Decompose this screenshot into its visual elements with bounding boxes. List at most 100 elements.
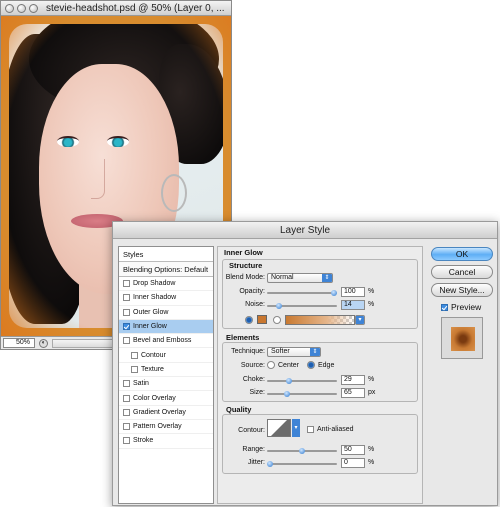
contour-picker[interactable]: [267, 419, 291, 437]
preview-checkbox[interactable]: [441, 303, 448, 311]
style-checkbox[interactable]: [131, 365, 138, 373]
new-style-button[interactable]: New Style...: [431, 283, 493, 297]
style-item-inner-glow[interactable]: Inner Glow: [119, 319, 213, 335]
style-checkbox[interactable]: [131, 351, 138, 359]
jitter-slider-thumb[interactable]: [267, 461, 273, 467]
inner-glow-panel: Inner Glow Structure Blend Mode: Normal ⇕…: [217, 246, 423, 504]
opacity-field[interactable]: 100: [341, 287, 365, 297]
style-checkbox[interactable]: [123, 280, 130, 288]
chevron-updown-icon: ⇕: [322, 274, 332, 282]
edge-radio[interactable]: [307, 361, 315, 369]
cancel-button[interactable]: Cancel: [431, 265, 493, 279]
center-radio[interactable]: [267, 361, 275, 369]
technique-select[interactable]: Softer ⇕: [267, 347, 321, 357]
ok-button[interactable]: OK: [431, 247, 493, 261]
gradient-dropdown[interactable]: ▾: [355, 315, 365, 325]
range-slider-thumb[interactable]: [299, 448, 305, 454]
minimize-window-button[interactable]: [17, 3, 26, 13]
style-item-label: Inner Shadow: [133, 294, 177, 302]
style-item-outer-glow[interactable]: Outer Glow: [119, 306, 213, 320]
quality-group: Contour: ▾ Anti-aliased Range: 50 % Jitt…: [222, 414, 418, 474]
choke-slider-thumb[interactable]: [285, 378, 292, 384]
jitter-field[interactable]: 0: [341, 458, 365, 468]
style-item-gradient-overlay[interactable]: Gradient Overlay: [119, 406, 213, 420]
technique-value: Softer: [271, 348, 290, 355]
size-slider-thumb[interactable]: [283, 391, 290, 397]
range-field[interactable]: 50: [341, 445, 365, 455]
jitter-slider[interactable]: [267, 461, 337, 467]
style-checkbox[interactable]: [123, 394, 130, 402]
opacity-slider[interactable]: [267, 290, 337, 296]
elements-title: Elements: [226, 333, 260, 342]
elements-group: Technique: Softer ⇕ Source: Center Edge C…: [222, 342, 418, 402]
jitter-label: Jitter:: [247, 459, 265, 466]
preview-toggle[interactable]: Preview: [441, 302, 481, 312]
noise-field[interactable]: 14: [341, 300, 365, 310]
window-controls: [5, 3, 38, 13]
anti-aliased-label: Anti-aliased: [317, 426, 354, 433]
style-item-label: Stroke: [133, 437, 154, 445]
style-item-texture[interactable]: Texture: [119, 363, 213, 378]
style-checkbox[interactable]: [123, 408, 130, 416]
style-item-label: Bevel and Emboss: [133, 337, 192, 345]
style-item-label: Pattern Overlay: [133, 423, 182, 431]
style-item-inner-shadow[interactable]: Inner Shadow: [119, 291, 213, 306]
size-slider[interactable]: [267, 391, 337, 397]
styles-header[interactable]: Styles: [119, 247, 213, 262]
style-item-label: Contour: [141, 351, 166, 359]
chevron-down-icon[interactable]: ▾: [292, 419, 300, 437]
noise-slider[interactable]: [267, 303, 337, 309]
style-checkbox[interactable]: [123, 380, 130, 388]
blend-mode-label: Blend Mode:: [225, 274, 265, 281]
style-item-satin[interactable]: Satin: [119, 377, 213, 392]
solid-color-radio[interactable]: [245, 316, 253, 324]
noise-unit: %: [368, 301, 375, 308]
style-preview-thumbnail: [441, 317, 483, 359]
size-unit: px: [368, 389, 376, 396]
range-label: Range:: [242, 446, 265, 453]
style-checkbox[interactable]: [123, 294, 130, 302]
choke-unit: %: [368, 376, 375, 383]
center-label: Center: [278, 362, 300, 369]
noise-slider-thumb[interactable]: [275, 303, 282, 309]
choke-label: Choke:: [242, 376, 265, 383]
style-item-pattern-overlay[interactable]: Pattern Overlay: [119, 420, 213, 435]
source-label: Source:: [240, 362, 265, 369]
zoom-field[interactable]: 50%: [3, 338, 35, 348]
blend-mode-select[interactable]: Normal ⇕: [267, 273, 333, 283]
style-checkbox[interactable]: [123, 308, 130, 316]
style-checkbox[interactable]: [123, 423, 130, 431]
size-field[interactable]: 65: [341, 388, 365, 398]
glow-gradient-picker[interactable]: [285, 315, 355, 325]
style-item-drop-shadow[interactable]: Drop Shadow: [119, 277, 213, 292]
style-checkbox[interactable]: [123, 437, 130, 445]
contour-label: Contour:: [238, 427, 265, 434]
style-checkbox[interactable]: [123, 323, 130, 331]
structure-group: Structure Blend Mode: Normal ⇕ Opacity: 1…: [222, 259, 418, 329]
glow-color-swatch[interactable]: [257, 315, 267, 324]
choke-field[interactable]: 29: [341, 375, 365, 385]
style-item-bevel-and-emboss[interactable]: Bevel and Emboss: [119, 334, 213, 349]
anti-aliased-checkbox[interactable]: [307, 426, 314, 433]
blending-options-item[interactable]: Blending Options: Default: [119, 262, 213, 277]
blend-mode-value: Normal: [271, 274, 294, 281]
status-info-icon[interactable]: ◐: [39, 338, 48, 348]
style-checkbox[interactable]: [123, 337, 130, 345]
style-item-contour[interactable]: Contour: [119, 348, 213, 363]
range-slider[interactable]: [267, 448, 337, 454]
style-item-label: Satin: [133, 380, 149, 388]
opacity-slider-thumb[interactable]: [331, 290, 337, 296]
preview-label: Preview: [451, 302, 482, 312]
gradient-radio[interactable]: [273, 316, 281, 324]
inner-glow-title: Inner Glow: [224, 248, 263, 257]
zoom-window-button[interactable]: [29, 3, 38, 13]
document-title-bar[interactable]: stevie-headshot.psd @ 50% (Layer 0, ...: [1, 1, 231, 16]
dialog-title: Layer Style: [113, 222, 497, 239]
style-item-stroke[interactable]: Stroke: [119, 434, 213, 449]
style-item-color-overlay[interactable]: Color Overlay: [119, 391, 213, 406]
layer-style-dialog: Layer Style Styles Blending Options: Def…: [112, 221, 498, 506]
choke-slider[interactable]: [267, 378, 337, 384]
style-item-label: Outer Glow: [133, 308, 169, 316]
close-window-button[interactable]: [5, 3, 14, 13]
style-item-label: Inner Glow: [133, 323, 167, 331]
